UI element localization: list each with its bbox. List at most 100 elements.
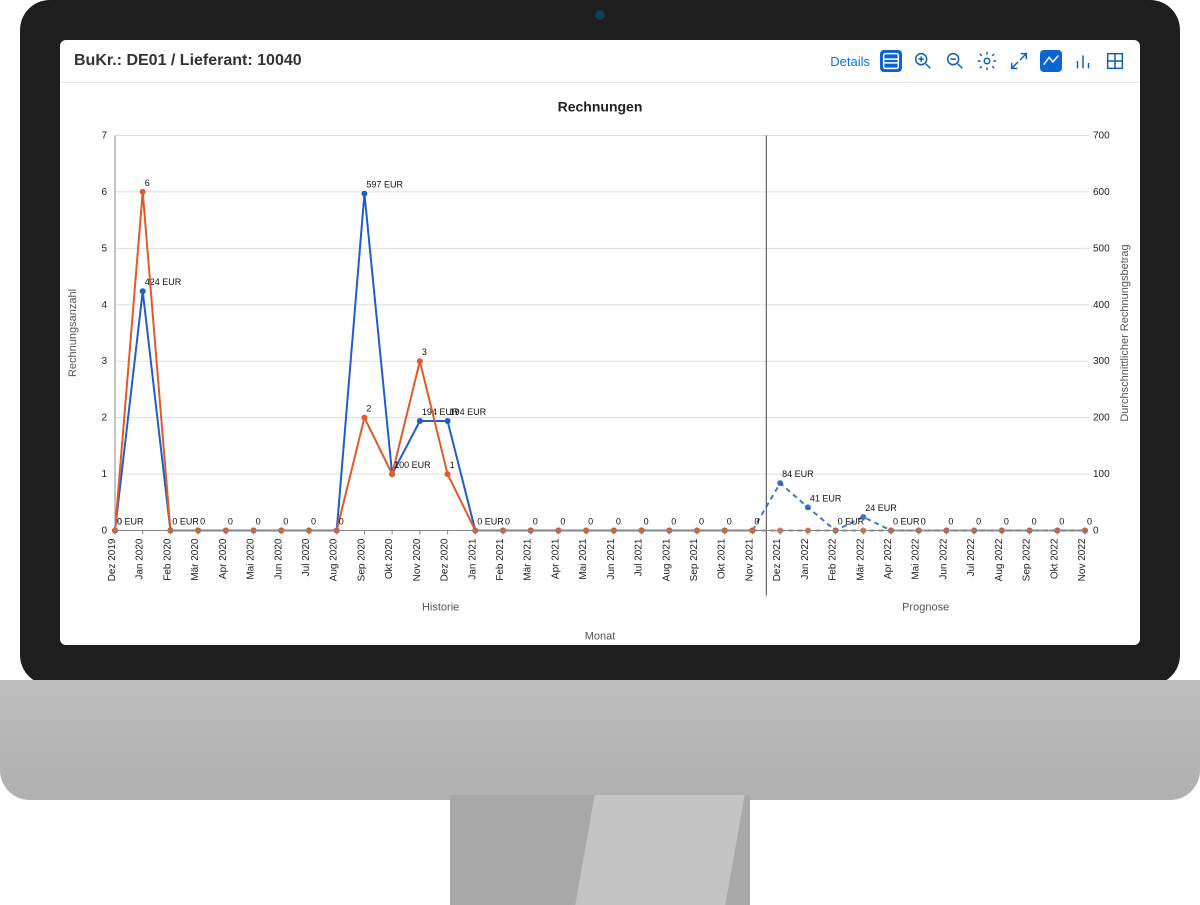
svg-text:Apr 2021: Apr 2021 — [550, 538, 561, 579]
zoom-out-icon[interactable] — [944, 50, 966, 72]
svg-text:0: 0 — [1032, 517, 1037, 527]
svg-text:0: 0 — [921, 517, 926, 527]
svg-text:Rechnungsanzahl: Rechnungsanzahl — [67, 289, 79, 377]
svg-text:Aug 2021: Aug 2021 — [661, 538, 672, 581]
svg-text:700: 700 — [1093, 131, 1110, 142]
svg-text:500: 500 — [1093, 243, 1110, 254]
svg-text:Feb 2020: Feb 2020 — [162, 538, 173, 581]
svg-text:Mär 2022: Mär 2022 — [855, 538, 866, 581]
svg-text:0: 0 — [754, 517, 759, 527]
line-chart-icon[interactable] — [1040, 50, 1062, 72]
svg-text:1: 1 — [394, 460, 399, 470]
svg-text:Feb 2021: Feb 2021 — [495, 538, 506, 581]
svg-text:Monat: Monat — [585, 631, 616, 643]
svg-text:Feb 2022: Feb 2022 — [828, 538, 839, 581]
zoom-in-icon[interactable] — [912, 50, 934, 72]
svg-text:1: 1 — [450, 460, 455, 470]
svg-text:4: 4 — [101, 300, 107, 311]
svg-text:Jan 2022: Jan 2022 — [800, 538, 811, 580]
svg-text:200: 200 — [1093, 413, 1110, 424]
svg-text:194 EUR: 194 EUR — [450, 407, 487, 417]
svg-text:0: 0 — [101, 526, 107, 537]
svg-text:Jun 2022: Jun 2022 — [938, 538, 949, 580]
svg-text:Durchschnittlicher Rechnungsbe: Durchschnittlicher Rechnungsbetrag — [1119, 244, 1131, 421]
svg-text:24 EUR: 24 EUR — [865, 503, 897, 513]
list-view-icon[interactable] — [880, 50, 902, 72]
expand-icon[interactable] — [1008, 50, 1030, 72]
svg-text:Prognose: Prognose — [902, 602, 949, 614]
svg-text:Jun 2020: Jun 2020 — [273, 538, 284, 580]
svg-text:Mai 2021: Mai 2021 — [578, 538, 589, 580]
svg-text:0: 0 — [311, 517, 316, 527]
svg-text:Mai 2022: Mai 2022 — [911, 538, 922, 580]
svg-text:Nov 2022: Nov 2022 — [1077, 538, 1088, 581]
svg-text:0: 0 — [727, 517, 732, 527]
svg-text:Mär 2020: Mär 2020 — [190, 538, 201, 581]
svg-text:0 EUR: 0 EUR — [172, 517, 199, 527]
svg-text:Aug 2022: Aug 2022 — [994, 538, 1005, 581]
details-link[interactable]: Details — [830, 54, 870, 69]
svg-text:Dez 2020: Dez 2020 — [440, 538, 451, 581]
bar-chart-icon[interactable] — [1072, 50, 1094, 72]
svg-text:6: 6 — [145, 178, 150, 188]
svg-text:0: 0 — [228, 517, 233, 527]
svg-text:0: 0 — [560, 517, 565, 527]
svg-text:Sep 2020: Sep 2020 — [356, 538, 367, 581]
svg-text:0: 0 — [200, 517, 205, 527]
svg-text:0 EUR: 0 EUR — [477, 517, 504, 527]
table-icon[interactable] — [1104, 50, 1126, 72]
svg-text:100 EUR: 100 EUR — [394, 460, 431, 470]
svg-text:0: 0 — [1087, 517, 1092, 527]
svg-text:Okt 2022: Okt 2022 — [1049, 538, 1060, 579]
svg-text:5: 5 — [101, 243, 107, 254]
svg-text:Okt 2020: Okt 2020 — [384, 538, 395, 579]
svg-text:0: 0 — [1093, 526, 1099, 537]
svg-text:Apr 2022: Apr 2022 — [883, 538, 894, 579]
svg-text:Jul 2021: Jul 2021 — [634, 538, 645, 576]
svg-text:0: 0 — [699, 517, 704, 527]
svg-text:400: 400 — [1093, 300, 1110, 311]
svg-text:Mär 2021: Mär 2021 — [523, 538, 534, 581]
svg-text:1: 1 — [101, 469, 107, 480]
svg-text:100: 100 — [1093, 469, 1110, 480]
svg-text:Okt 2021: Okt 2021 — [717, 538, 728, 579]
page-title: BuKr.: DE01 / Lieferant: 10040 — [74, 52, 302, 70]
svg-text:Jul 2022: Jul 2022 — [966, 538, 977, 576]
svg-text:597 EUR: 597 EUR — [366, 180, 403, 190]
svg-text:Apr 2020: Apr 2020 — [218, 538, 229, 579]
svg-text:0 EUR: 0 EUR — [893, 517, 920, 527]
monitor-base — [0, 680, 1200, 800]
svg-text:0: 0 — [339, 517, 344, 527]
svg-text:Dez 2019: Dez 2019 — [107, 538, 118, 581]
chart: Rechnungen012345670100200300400500600700… — [60, 83, 1140, 645]
toolbar-controls: Details — [830, 50, 1126, 72]
svg-text:0: 0 — [505, 517, 510, 527]
svg-text:Jan 2020: Jan 2020 — [135, 538, 146, 580]
svg-text:0: 0 — [283, 517, 288, 527]
svg-text:0: 0 — [976, 517, 981, 527]
svg-text:Historie: Historie — [422, 602, 459, 614]
chart-container: Rechnungen012345670100200300400500600700… — [60, 83, 1140, 645]
svg-text:3: 3 — [101, 356, 107, 367]
svg-text:0: 0 — [256, 517, 261, 527]
svg-text:41 EUR: 41 EUR — [810, 493, 842, 503]
svg-text:84 EUR: 84 EUR — [782, 469, 814, 479]
svg-text:2: 2 — [366, 404, 371, 414]
app-screen: BuKr.: DE01 / Lieferant: 10040 Details R… — [60, 40, 1140, 645]
svg-text:Mai 2020: Mai 2020 — [246, 538, 257, 580]
svg-text:6: 6 — [101, 187, 107, 198]
svg-text:0: 0 — [948, 517, 953, 527]
svg-text:0: 0 — [588, 517, 593, 527]
svg-text:Sep 2021: Sep 2021 — [689, 538, 700, 581]
svg-text:Jun 2021: Jun 2021 — [606, 538, 617, 580]
svg-text:Rechnungen: Rechnungen — [558, 99, 643, 115]
gear-icon[interactable] — [976, 50, 998, 72]
svg-text:0: 0 — [1059, 517, 1064, 527]
svg-text:0: 0 — [616, 517, 621, 527]
svg-text:Sep 2022: Sep 2022 — [1022, 538, 1033, 581]
svg-text:600: 600 — [1093, 187, 1110, 198]
svg-text:Nov 2020: Nov 2020 — [412, 538, 423, 581]
svg-text:Jul 2020: Jul 2020 — [301, 538, 312, 576]
svg-text:0: 0 — [644, 517, 649, 527]
svg-text:3: 3 — [422, 347, 427, 357]
